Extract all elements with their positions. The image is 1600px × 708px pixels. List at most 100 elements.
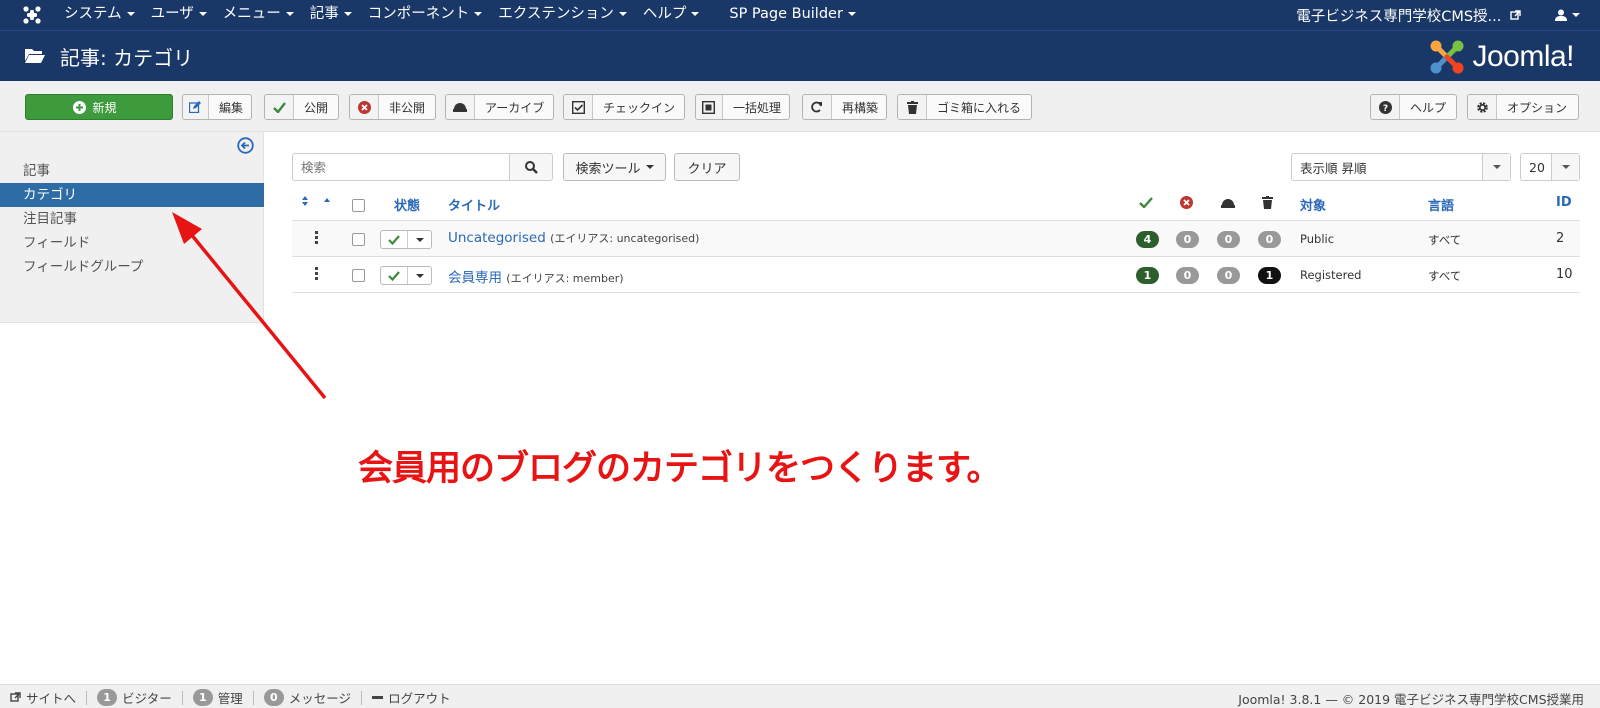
plus-circle-icon	[73, 100, 87, 114]
menu-content[interactable]: 記事	[302, 0, 360, 30]
archive-button[interactable]: アーカイブ	[445, 94, 554, 120]
svg-text:?: ?	[1382, 104, 1387, 114]
joomla-menu-icon[interactable]	[22, 5, 42, 25]
category-id: 10	[1556, 267, 1573, 282]
search-input[interactable]	[292, 153, 510, 181]
question-circle-icon: ?	[1371, 95, 1400, 119]
menu-components[interactable]: コンポーネント	[360, 0, 491, 30]
select-all-checkbox[interactable]	[352, 199, 365, 212]
help-button[interactable]: ? ヘルプ	[1370, 94, 1457, 120]
batch-button[interactable]: 一括処理	[695, 94, 790, 120]
status-toggle[interactable]	[380, 230, 432, 249]
published-check-icon[interactable]	[381, 267, 408, 284]
row-checkbox[interactable]	[352, 269, 365, 282]
collapse-sidebar-icon[interactable]	[237, 137, 254, 154]
publish-button[interactable]: 公開	[264, 94, 339, 120]
column-id[interactable]: ID	[1556, 195, 1572, 210]
site-link[interactable]: 電子ビジネス専門学校CMS授...	[1296, 5, 1521, 26]
trashed-count-badge[interactable]: 0	[1258, 231, 1281, 248]
access-level: Public	[1300, 232, 1335, 246]
column-title[interactable]: タイトル	[448, 195, 500, 214]
category-id: 2	[1556, 231, 1565, 246]
chevron-down-icon	[1551, 154, 1579, 180]
caret-down-icon	[474, 12, 483, 16]
messages-link[interactable]: 0 メッセージ	[263, 688, 351, 707]
options-button[interactable]: オプション	[1467, 94, 1579, 120]
external-link-icon	[1510, 9, 1521, 20]
published-count-badge[interactable]: 1	[1136, 267, 1159, 284]
row-checkbox[interactable]	[352, 233, 365, 246]
unpublish-button[interactable]: 非公開	[349, 94, 436, 120]
menu-help[interactable]: ヘルプ	[635, 0, 708, 30]
drag-handle-icon[interactable]	[315, 267, 319, 281]
drag-handle-icon[interactable]	[315, 231, 319, 245]
sidebar-item-articles[interactable]: 記事	[0, 159, 264, 183]
list-limit-select[interactable]: 20	[1520, 153, 1580, 181]
status-dropdown-icon[interactable]	[408, 267, 431, 284]
sidebar-item-field-groups[interactable]: フィールドグループ	[0, 255, 264, 279]
column-access[interactable]: 対象	[1300, 195, 1326, 214]
menu-sp-page-builder[interactable]: SP Page Builder	[721, 0, 864, 30]
caret-down-icon	[285, 12, 294, 16]
column-status[interactable]: 状態	[394, 195, 420, 214]
trashed-count-badge[interactable]: 1	[1258, 267, 1281, 284]
sidebar-item-categories[interactable]: カテゴリ	[0, 183, 264, 207]
rebuild-button[interactable]: 再構築	[802, 94, 887, 120]
divider	[361, 690, 363, 705]
annotation-text: 会員用のブログのカテゴリをつくります。	[358, 449, 1002, 489]
sort-ordering-icon[interactable]	[302, 195, 330, 207]
menu-extensions[interactable]: エクステンション	[490, 0, 635, 30]
category-link[interactable]: 会員専用	[448, 270, 502, 286]
sidebar-item-fields[interactable]: フィールド	[0, 231, 264, 255]
toolbar: 新規 編集 公開 非公開 アーカイブ チェックイン 一括処理 再構築 ゴミ箱に入…	[0, 81, 1600, 132]
unpublished-count-badge[interactable]: 0	[1176, 231, 1199, 248]
navbar-right: 電子ビジネス専門学校CMS授...	[1296, 0, 1580, 30]
checkbox-icon	[564, 95, 593, 119]
square-icon	[696, 95, 723, 119]
unpublished-count-badge[interactable]: 0	[1176, 267, 1199, 284]
trash-button[interactable]: ゴミ箱に入れる	[897, 94, 1032, 120]
row-title: Uncategorised (エイリアス: uncategorised)	[448, 230, 699, 246]
status-dropdown-icon[interactable]	[408, 231, 431, 248]
edit-button[interactable]: 編集	[182, 94, 252, 120]
clear-button[interactable]: クリア	[674, 153, 740, 181]
divider	[86, 690, 88, 705]
sidebar-item-featured[interactable]: 注目記事	[0, 207, 264, 231]
edit-icon	[183, 95, 209, 119]
category-link[interactable]: Uncategorised	[448, 230, 546, 246]
copyright-text: Joomla! 3.8.1 — © 2019 電子ビジネス専門学校CMS授業用	[1238, 692, 1584, 707]
view-site-link[interactable]: サイトへ	[10, 688, 76, 707]
search-button[interactable]	[509, 153, 553, 181]
search-icon	[524, 160, 538, 174]
menu-users[interactable]: ユーザ	[143, 0, 215, 30]
folder-open-icon	[25, 49, 45, 63]
visitors-link[interactable]: 1 ビジター	[97, 688, 172, 707]
caret-down-icon	[645, 165, 654, 169]
archived-count-badge[interactable]: 0	[1217, 267, 1240, 284]
checkin-button[interactable]: チェックイン	[563, 94, 685, 120]
archived-count-badge[interactable]: 0	[1217, 231, 1240, 248]
published-count-badge[interactable]: 4	[1136, 231, 1159, 248]
admins-count-badge: 1	[192, 689, 213, 706]
status-toggle[interactable]	[380, 266, 432, 285]
trashed-icon	[1262, 196, 1273, 209]
sort-order-select[interactable]: 表示順 昇順	[1291, 153, 1511, 181]
menu-menus[interactable]: メニュー	[215, 0, 302, 30]
chevron-down-icon	[1482, 154, 1510, 180]
search-tools-button[interactable]: 検索ツール	[563, 153, 666, 181]
caret-down-icon	[847, 12, 856, 16]
external-link-icon	[10, 692, 21, 702]
new-button[interactable]: 新規	[25, 94, 173, 120]
row-title: 会員専用 (エイリアス: member)	[448, 266, 624, 286]
language: すべて	[1428, 269, 1462, 283]
user-menu[interactable]	[1555, 9, 1580, 21]
admins-link[interactable]: 1 管理	[192, 688, 243, 707]
published-check-icon[interactable]	[381, 231, 408, 248]
table-row: Uncategorised (エイリアス: uncategorised) 4 0…	[292, 221, 1580, 257]
archived-icon	[1221, 199, 1235, 208]
menu-system[interactable]: システム	[56, 0, 143, 30]
archive-icon	[446, 95, 475, 119]
logout-link[interactable]: ログアウト	[372, 688, 451, 707]
column-language[interactable]: 言語	[1428, 195, 1454, 214]
unpublished-icon	[1180, 196, 1193, 209]
